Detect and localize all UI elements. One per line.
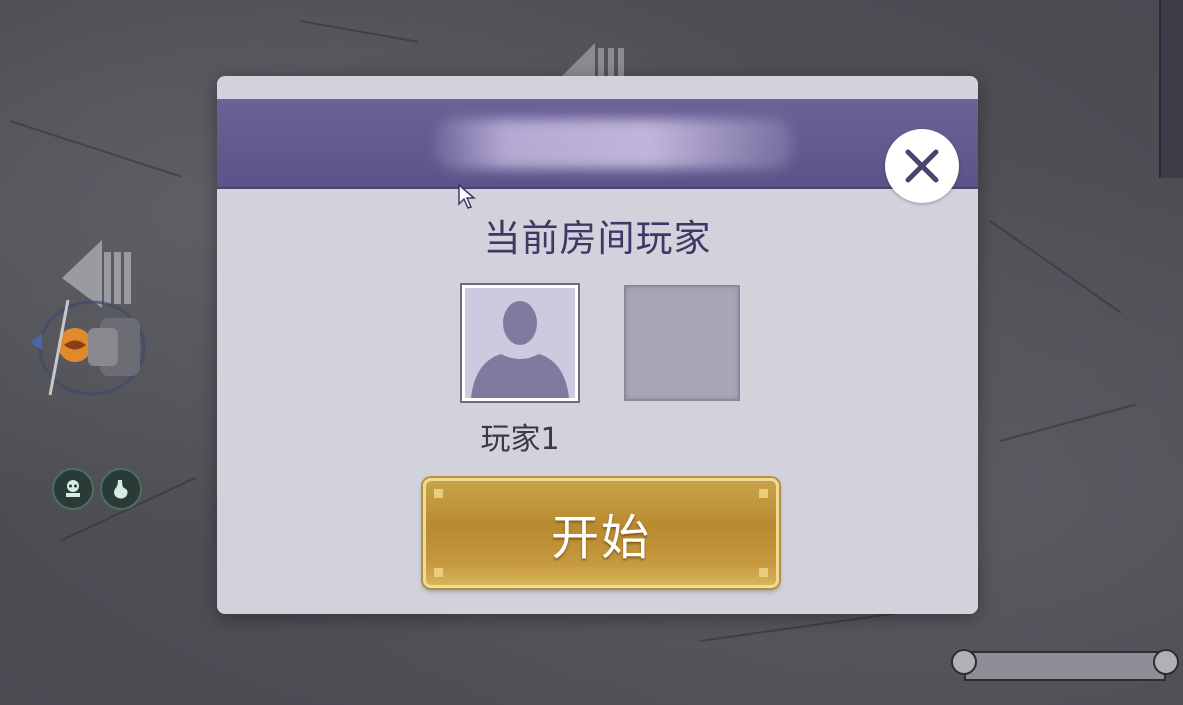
obscured-room-name: [433, 119, 793, 169]
button-corner-ornament: [434, 489, 443, 498]
ground-crack: [299, 20, 419, 43]
ground-crack: [699, 612, 899, 642]
player-character: [30, 299, 146, 396]
ground-crack: [999, 403, 1136, 442]
close-button[interactable]: [885, 129, 959, 203]
person-silhouette-icon: [471, 301, 569, 398]
dialog-header: [217, 99, 978, 203]
ground-crack: [989, 220, 1122, 314]
game-scene: 当前房间玩家 玩家1 开始: [0, 0, 1183, 705]
button-corner-ornament: [759, 489, 768, 498]
status-icon-bar: [52, 468, 142, 510]
button-corner-ornament: [759, 568, 768, 577]
dialog-title: 当前房间玩家: [483, 217, 712, 260]
ground-crack: [9, 120, 182, 178]
start-button[interactable]: 开始: [423, 478, 779, 588]
player-name: 玩家1: [480, 422, 560, 457]
player-slot-1[interactable]: [460, 283, 580, 403]
button-corner-ornament: [434, 568, 443, 577]
player-slot-2-empty[interactable]: [624, 285, 740, 401]
wooden-sign: [951, 649, 1179, 681]
close-icon: [905, 149, 939, 183]
mouse-cursor-icon: [458, 184, 477, 209]
room-players-dialog: 当前房间玩家 玩家1 开始: [217, 76, 978, 614]
start-button-label: 开始: [550, 510, 651, 566]
skull-grave-icon[interactable]: [52, 468, 94, 510]
stomach-icon[interactable]: [100, 468, 142, 510]
side-panel-edge: [1159, 0, 1183, 178]
